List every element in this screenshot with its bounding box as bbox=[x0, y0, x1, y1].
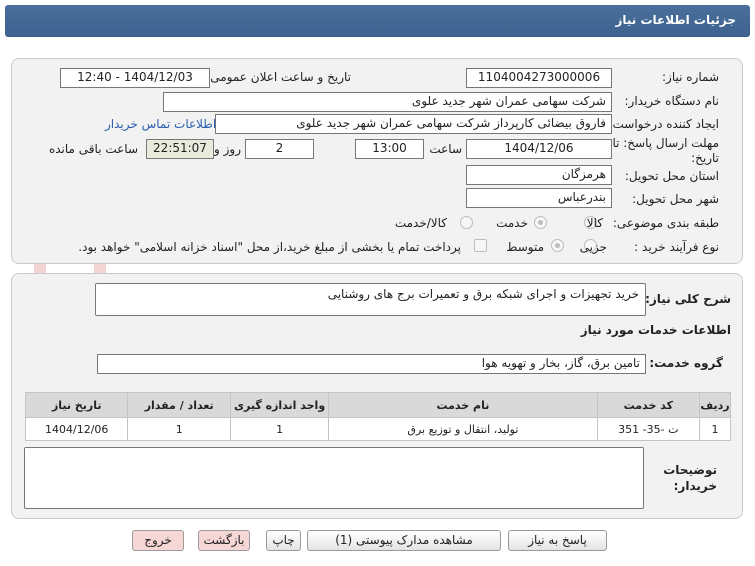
col-header-service-name: نام خدمت bbox=[328, 392, 598, 418]
back-button[interactable]: بازگشت bbox=[198, 530, 250, 551]
services-section-title: اطلاعات خدمات مورد نیاز bbox=[580, 323, 731, 337]
need-number-field: 1104004273000006 bbox=[466, 68, 612, 88]
process-label: نوع فرآیند خرید : bbox=[634, 240, 719, 254]
cell-row-no: 1 bbox=[699, 417, 731, 441]
deadline-time-label: ساعت bbox=[429, 142, 462, 156]
buyer-notes-textarea[interactable] bbox=[24, 447, 644, 509]
title-bar: جزئيات اطلاعات نياز bbox=[0, 0, 755, 45]
province-label: استان محل تحویل: bbox=[624, 169, 719, 183]
service-group-field: تامین برق، گاز، بخار و تهویه هوا bbox=[97, 354, 646, 374]
col-header-unit: واحد اندازه گیری bbox=[229, 392, 330, 418]
cell-service-name: تولید، انتقال و توزیع برق bbox=[328, 417, 598, 441]
days-remaining-field: 2 bbox=[245, 139, 314, 159]
col-header-row-no: ردیف bbox=[699, 392, 731, 418]
title-bar-band: جزئيات اطلاعات نياز bbox=[5, 5, 750, 37]
page-title: جزئيات اطلاعات نياز bbox=[615, 13, 736, 27]
process-medium-radio[interactable] bbox=[551, 239, 564, 252]
deadline-label: مهلت ارسال پاسخ: تا تاریخ: bbox=[612, 136, 719, 165]
cell-quantity: 1 bbox=[127, 417, 231, 441]
summary-label: شرح کلی نیاز: bbox=[645, 292, 731, 306]
deadline-date-field: 1404/12/06 bbox=[466, 139, 612, 159]
announce-datetime-field: 1404/12/03 - 12:40 bbox=[60, 68, 210, 88]
city-label: شهر محل تحویل: bbox=[632, 192, 719, 206]
city-field: بندرعباس bbox=[466, 188, 612, 208]
table-header-row: ردیف کد خدمت نام خدمت واحد اندازه گیری ت… bbox=[24, 392, 731, 418]
time-remaining-label: ساعت باقی مانده bbox=[48, 142, 138, 156]
requester-field: فاروق بیضائی کارپرداز شرکت سهامی عمران ش… bbox=[215, 114, 612, 134]
announce-datetime-label: تاریخ و ساعت اعلان عمومی: bbox=[206, 70, 351, 84]
table-row: 1 ت -35- 351 تولید، انتقال و توزیع برق 1… bbox=[24, 417, 731, 441]
requester-label: ایجاد کننده درخواست: bbox=[608, 117, 719, 131]
reply-button[interactable]: پاسخ به نیاز bbox=[508, 530, 607, 551]
need-number-label: شماره نیاز: bbox=[662, 70, 719, 84]
category-goods-service-label: کالا/خدمت bbox=[394, 216, 447, 230]
cell-unit: 1 bbox=[229, 417, 330, 441]
province-field: هرمزگان bbox=[466, 165, 612, 185]
buyer-contact-link[interactable]: اطلاعات تماس خریدار bbox=[105, 117, 216, 131]
cell-need-date: 1404/12/06 bbox=[24, 417, 129, 441]
category-goods-service-radio[interactable] bbox=[460, 216, 473, 229]
category-goods-label: کالا bbox=[586, 216, 603, 230]
process-medium-label: متوسط bbox=[506, 240, 544, 254]
col-header-service-code: کد خدمت bbox=[596, 392, 701, 418]
summary-box: خرید تجهیزات و اجرای شبکه برق و تعمیرات … bbox=[95, 283, 646, 316]
treasury-checkbox[interactable] bbox=[474, 239, 487, 252]
process-minor-label: جزیی bbox=[579, 240, 607, 254]
col-header-need-date: تاریخ نیاز bbox=[24, 392, 129, 418]
category-service-label: خدمت bbox=[496, 216, 528, 230]
buyer-org-label: نام دستگاه خریدار: bbox=[624, 94, 720, 108]
deadline-time-field: 13:00 bbox=[355, 139, 424, 159]
col-header-quantity: تعداد / مقدار bbox=[127, 392, 231, 418]
treasury-note: پرداخت تمام یا بخشی از مبلغ خرید،از محل … bbox=[78, 240, 461, 254]
cell-service-code: ت -35- 351 bbox=[596, 417, 701, 441]
view-attachments-button[interactable]: مشاهده مدارک پیوستی (1) bbox=[307, 530, 501, 551]
service-group-label: گروه خدمت: bbox=[649, 356, 723, 370]
time-remaining-field: 22:51:07 bbox=[146, 139, 214, 159]
buyer-notes-label: توضیحات خریدار: bbox=[663, 463, 717, 493]
print-button[interactable]: چاپ bbox=[266, 530, 301, 551]
category-label: طبقه بندی موضوعی: bbox=[612, 216, 719, 230]
days-label: روز و bbox=[214, 142, 241, 156]
exit-button[interactable]: خروج bbox=[132, 530, 184, 551]
summary-text: خرید تجهیزات و اجرای شبکه برق و تعمیرات … bbox=[327, 287, 639, 301]
buyer-org-field: شرکت سهامی عمران شهر جدید علوی bbox=[163, 92, 612, 112]
services-table: ردیف کد خدمت نام خدمت واحد اندازه گیری ت… bbox=[24, 392, 731, 441]
category-service-radio[interactable] bbox=[534, 216, 547, 229]
